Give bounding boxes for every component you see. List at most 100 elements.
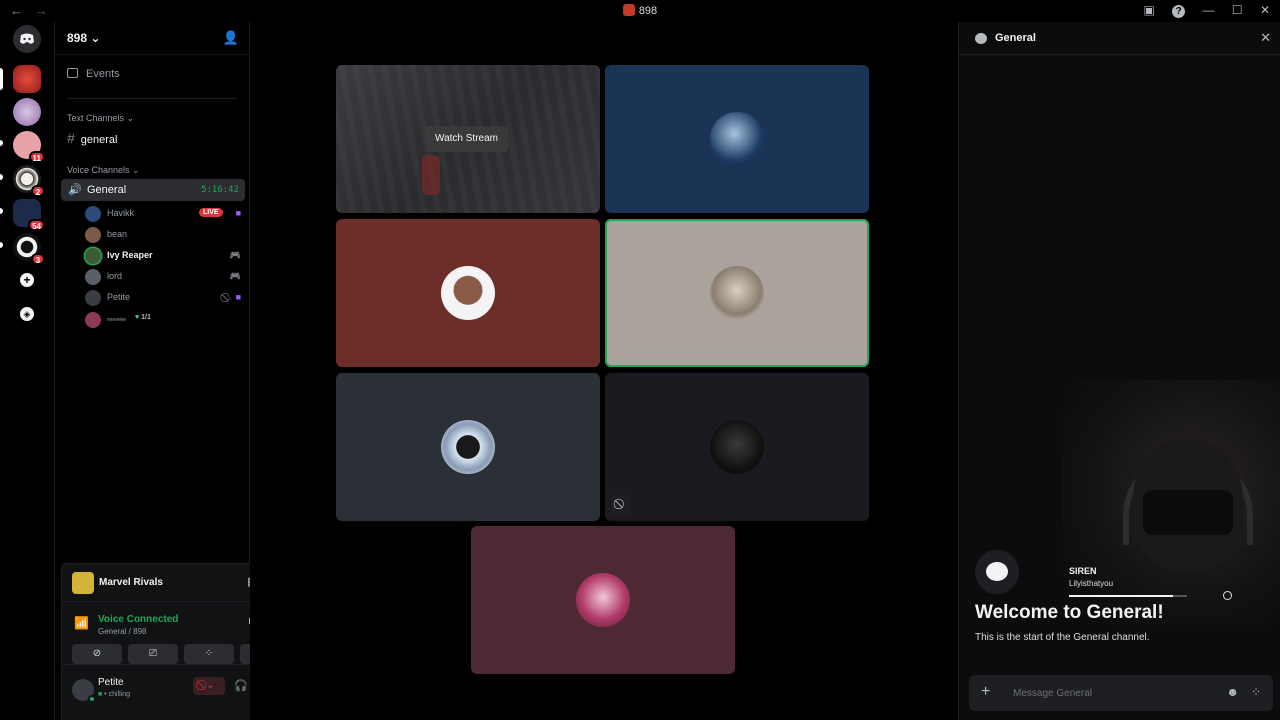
inbox-icon[interactable]: ▣ bbox=[1143, 3, 1154, 17]
voice-member[interactable]: bean bbox=[85, 226, 245, 244]
overlay-name: SIREN bbox=[1069, 566, 1097, 576]
member-count: ♥ 1/1 bbox=[135, 314, 151, 321]
close-icon[interactable]: ✕ bbox=[1260, 30, 1271, 46]
minimize-button[interactable]: — bbox=[1202, 3, 1214, 17]
server-name-dropdown[interactable]: 898 ⌄ bbox=[67, 31, 100, 45]
voice-member[interactable]: Ivy Reaper 🎮 bbox=[85, 247, 245, 265]
avatar bbox=[576, 573, 630, 627]
server-icon-rivals[interactable]: 54 bbox=[13, 199, 45, 231]
selected-server-pill bbox=[0, 68, 3, 90]
participant-tile[interactable] bbox=[605, 65, 869, 213]
member-name: lord bbox=[107, 271, 123, 281]
channel-sidebar: 898 ⌄ 👤 Events Text Channels ⌄ # general … bbox=[54, 22, 298, 720]
add-server-button[interactable]: + bbox=[13, 266, 41, 294]
server-icon-898[interactable] bbox=[13, 65, 41, 93]
screen-icon: ⎚ bbox=[149, 648, 157, 659]
member-name: Petite bbox=[107, 292, 131, 302]
avatar bbox=[85, 312, 101, 328]
server-icon-purple[interactable] bbox=[13, 98, 41, 126]
chat-panel: General ✕ SIREN Lilyisthatyou Welcome to… bbox=[958, 22, 1280, 720]
participant-tile[interactable] bbox=[336, 219, 600, 367]
participant-tile[interactable] bbox=[471, 526, 735, 674]
online-status-dot bbox=[88, 695, 96, 703]
text-channels-category[interactable]: Text Channels ⌄ bbox=[67, 113, 134, 124]
voice-connected-label[interactable]: Voice Connected bbox=[98, 614, 178, 625]
emoji-icon[interactable]: ☻ bbox=[1226, 685, 1239, 699]
attach-plus-icon[interactable]: + bbox=[981, 683, 990, 701]
activities-button[interactable]: ⁘ bbox=[184, 644, 234, 664]
channel-name: general bbox=[80, 134, 118, 146]
window-title: 898 bbox=[0, 4, 1280, 17]
apps-icon[interactable]: ⁘ bbox=[1251, 685, 1261, 699]
discord-home-button[interactable] bbox=[13, 25, 41, 53]
controller-icon: 🎮 bbox=[229, 271, 241, 281]
stream-figure bbox=[422, 155, 440, 195]
mention-badge: 54 bbox=[28, 219, 45, 231]
username[interactable]: Petite bbox=[98, 677, 124, 688]
activity-icon: ■ bbox=[235, 208, 241, 218]
camera-button[interactable]: ⊘ bbox=[72, 644, 122, 664]
mute-toggle[interactable]: ⃠ ⌄ bbox=[193, 677, 225, 695]
voice-member[interactable]: Petite ⃠ ■ bbox=[85, 289, 245, 307]
chat-bubble-icon bbox=[986, 562, 1008, 581]
close-window-button[interactable]: ✕ bbox=[1260, 3, 1270, 17]
participant-tile-speaking[interactable] bbox=[605, 219, 869, 367]
avatar bbox=[710, 112, 764, 166]
voice-location[interactable]: General / 898 bbox=[98, 627, 146, 636]
mention-badge: 3 bbox=[31, 253, 45, 265]
signal-icon: 📶 bbox=[74, 616, 89, 630]
muted-mic-icon: ⃠ bbox=[611, 495, 631, 515]
maximize-button[interactable]: ☐ bbox=[1232, 3, 1243, 17]
divider bbox=[67, 98, 237, 99]
activities-icon: ⁘ bbox=[204, 648, 214, 659]
live-badge: LIVE bbox=[199, 208, 223, 217]
watch-stream-button[interactable]: Watch Stream bbox=[425, 126, 508, 152]
overlay-progress-fill bbox=[1069, 595, 1173, 597]
unread-pill bbox=[0, 140, 3, 146]
voice-channel-general[interactable]: 🔊 General 5:16:42 bbox=[61, 179, 245, 201]
voice-member[interactable]: meeelee ♥ 1/1 bbox=[85, 311, 245, 329]
message-input[interactable] bbox=[1013, 684, 1213, 702]
speaker-icon: 🔊 bbox=[68, 184, 82, 196]
mention-badge: 11 bbox=[28, 151, 45, 163]
voice-elapsed-time: 5:16:42 bbox=[201, 185, 239, 195]
avatar bbox=[85, 269, 101, 285]
help-icon[interactable]: ? bbox=[1172, 5, 1186, 18]
voice-member[interactable]: lord 🎮 bbox=[85, 268, 245, 286]
overlay-progress bbox=[1069, 595, 1187, 597]
avatar bbox=[710, 266, 764, 320]
invite-member-icon[interactable]: 👤 bbox=[223, 30, 239, 46]
member-name: Ivy Reaper bbox=[107, 250, 153, 260]
server-icon-pink[interactable]: 11 bbox=[13, 131, 45, 163]
window-title-text: 898 bbox=[638, 5, 658, 17]
mention-badge: 2 bbox=[31, 185, 45, 197]
events-link[interactable]: Events bbox=[67, 68, 120, 80]
events-label: Events bbox=[86, 68, 120, 80]
unread-pill bbox=[0, 242, 3, 248]
server-icon-circle[interactable]: 2 bbox=[13, 165, 45, 197]
avatar bbox=[85, 206, 101, 222]
mic-muted-icon: ⃠ ⌄ bbox=[203, 680, 215, 691]
participant-tile[interactable]: ⃠ bbox=[605, 373, 869, 521]
discover-button[interactable]: ◈ bbox=[13, 299, 41, 327]
unread-pill bbox=[0, 174, 3, 180]
activity-icon: ■ bbox=[235, 292, 241, 302]
controller-icon: ■ bbox=[98, 691, 103, 698]
voice-channels-category[interactable]: Voice Channels ⌄ bbox=[67, 165, 140, 176]
record-icon bbox=[1223, 591, 1232, 600]
stream-tile[interactable]: Watch Stream bbox=[336, 65, 600, 213]
screen-share-button[interactable]: ⎚ bbox=[128, 644, 178, 664]
voice-channel-name: General bbox=[87, 184, 127, 196]
server-rail: 11 2 54 3 + ◈ bbox=[0, 22, 54, 720]
voice-member[interactable]: Havikk LIVE ■ bbox=[85, 205, 245, 223]
hash-icon: # bbox=[67, 130, 75, 146]
server-icon-overwatch[interactable]: 3 bbox=[13, 233, 45, 265]
message-composer: + ☻ ⁘ bbox=[969, 675, 1273, 711]
title-bar: ← → 898 ▣ ? — ☐ ✕ bbox=[0, 0, 1280, 22]
chat-header: General ✕ bbox=[959, 22, 1280, 55]
webcam-overlay: SIREN Lilyisthatyou bbox=[1063, 380, 1280, 625]
participant-tile[interactable] bbox=[336, 373, 600, 521]
channel-icon bbox=[975, 550, 1019, 594]
member-name: meeelee bbox=[107, 317, 127, 323]
channel-general-text[interactable]: # general bbox=[67, 130, 118, 146]
